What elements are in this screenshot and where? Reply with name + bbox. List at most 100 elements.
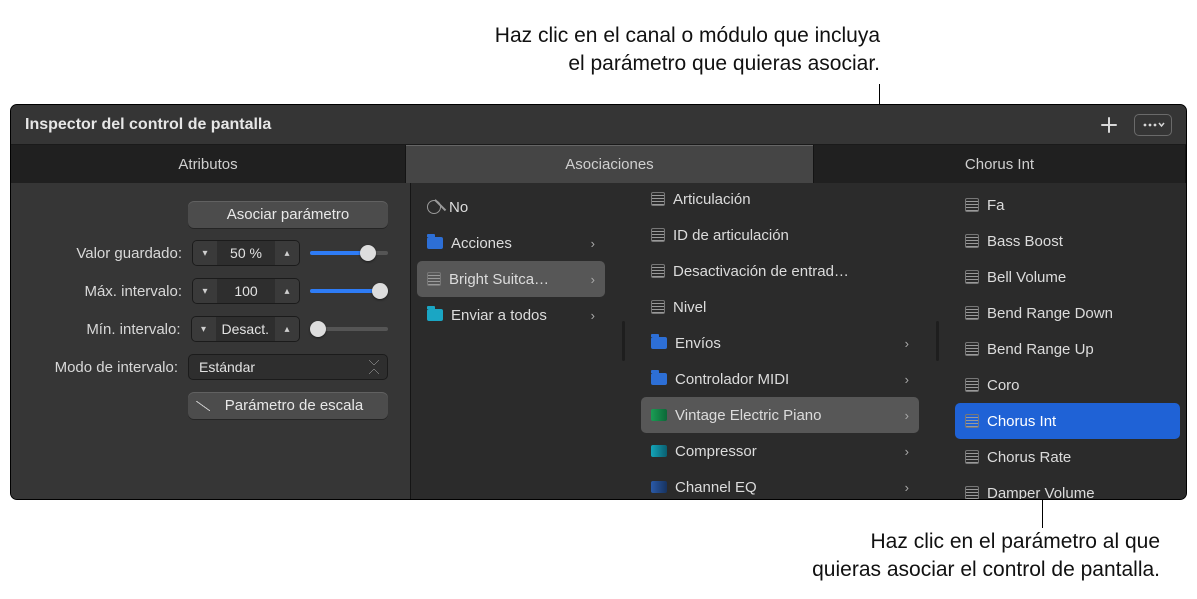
item-midi-controller[interactable]: Controlador MIDI › — [641, 361, 919, 397]
param-icon — [965, 198, 979, 212]
titlebar-actions — [1094, 113, 1172, 137]
item-level[interactable]: Nivel — [641, 289, 919, 325]
max-range-stepper[interactable]: ▾ 100 ▴ — [192, 278, 300, 304]
min-range-field[interactable]: Desact. — [216, 321, 275, 337]
none-icon — [427, 200, 441, 214]
item-vintage-electric-piano[interactable]: Vintage Electric Piano › — [641, 397, 919, 433]
item-coro[interactable]: Coro — [955, 367, 1180, 403]
item-send-all[interactable]: Enviar a todos › — [417, 297, 605, 333]
browser-column-3: Fa Bass Boost Bell Volume Bend Range Dow… — [949, 183, 1186, 499]
item-articulation-id[interactable]: ID de articulación — [641, 217, 919, 253]
item-fa[interactable]: Fa — [955, 187, 1180, 223]
item-bass-boost[interactable]: Bass Boost — [955, 223, 1180, 259]
item-label: Vintage Electric Piano — [675, 407, 897, 424]
tabs: Atributos Asociaciones Chorus Int — [11, 145, 1186, 183]
param-icon — [651, 300, 665, 314]
param-icon — [965, 306, 979, 320]
item-label: Acciones — [451, 235, 583, 252]
max-range-label: Máx. intervalo: — [47, 283, 182, 300]
chevron-right-icon: › — [905, 372, 909, 387]
item-chorus-rate[interactable]: Chorus Rate — [955, 439, 1180, 475]
item-compressor[interactable]: Compressor › — [641, 433, 919, 469]
param-icon — [965, 486, 979, 499]
param-icon — [651, 228, 665, 242]
param-icon — [965, 342, 979, 356]
panel-title: Inspector del control de pantalla — [25, 116, 271, 134]
column-browser: No Acciones › Bright Suitca… › Envi — [411, 183, 1186, 499]
chevron-right-icon: › — [591, 308, 595, 323]
browser-column-1: No Acciones › Bright Suitca… › Envi — [411, 183, 611, 499]
item-channel-eq[interactable]: Channel EQ › — [641, 469, 919, 499]
item-damper-volume[interactable]: Damper Volume — [955, 475, 1180, 499]
chevron-down-icon[interactable]: ▾ — [193, 279, 217, 303]
column-divider[interactable] — [925, 183, 949, 499]
item-none[interactable]: No — [417, 189, 605, 225]
item-label: Chorus Rate — [987, 449, 1170, 466]
add-button[interactable] — [1094, 113, 1124, 137]
channel-strip-icon — [427, 272, 441, 286]
chevron-down-icon[interactable]: ▾ — [192, 317, 216, 341]
item-label: Bass Boost — [987, 233, 1170, 250]
browser-column-2: Articulación ID de articulación Desactiv… — [635, 183, 925, 499]
item-label: Channel EQ — [675, 479, 897, 496]
saved-value-slider[interactable] — [310, 243, 388, 263]
item-label: Desactivación de entrad… — [673, 263, 909, 280]
plus-icon — [1100, 116, 1118, 134]
item-label: Chorus Int — [987, 413, 1170, 430]
min-range-slider[interactable] — [310, 319, 388, 339]
tab-associations[interactable]: Asociaciones — [406, 145, 814, 183]
annotation-bottom: Haz clic en el parámetro al que quieras … — [620, 528, 1160, 585]
item-chorus-int[interactable]: Chorus Int — [955, 403, 1180, 439]
chevron-down-icon[interactable]: ▾ — [193, 241, 217, 265]
associate-parameter-button[interactable]: Asociar parámetro — [188, 201, 388, 228]
item-articulation[interactable]: Articulación — [641, 183, 919, 217]
item-label: Damper Volume — [987, 485, 1170, 500]
annotation-top: Haz clic en el canal o módulo que incluy… — [330, 22, 880, 79]
item-label: Compressor — [675, 443, 897, 460]
item-bend-range-down[interactable]: Bend Range Down — [955, 295, 1180, 331]
chevron-up-icon[interactable]: ▴ — [275, 241, 299, 265]
item-bell-volume[interactable]: Bell Volume — [955, 259, 1180, 295]
plugin-icon — [651, 481, 667, 493]
range-mode-select[interactable]: Estándar — [188, 354, 388, 380]
item-label: Bend Range Up — [987, 341, 1170, 358]
column-divider[interactable] — [611, 183, 635, 499]
item-actions[interactable]: Acciones › — [417, 225, 605, 261]
chevron-up-icon[interactable]: ▴ — [275, 279, 299, 303]
scale-parameter-button[interactable]: Parámetro de escala — [188, 392, 388, 419]
item-label: Fa — [987, 197, 1170, 214]
param-icon — [651, 192, 665, 206]
chevron-right-icon: › — [905, 480, 909, 495]
item-bend-range-up[interactable]: Bend Range Up — [955, 331, 1180, 367]
item-sends[interactable]: Envíos › — [641, 325, 919, 361]
min-range-stepper[interactable]: ▾ Desact. ▴ — [191, 316, 300, 342]
item-label: No — [449, 199, 595, 216]
folder-icon — [651, 373, 667, 385]
tab-parameter[interactable]: Chorus Int — [814, 145, 1186, 183]
chevron-right-icon: › — [905, 408, 909, 423]
max-range-slider[interactable] — [310, 281, 388, 301]
inspector-panel: Inspector del control de pantalla Atribu… — [10, 104, 1187, 500]
item-label: Envíos — [675, 335, 897, 352]
chevron-up-icon[interactable]: ▴ — [275, 317, 299, 341]
chevron-right-icon: › — [905, 444, 909, 459]
ellipsis-chevron-icon — [1141, 118, 1165, 132]
item-label: Controlador MIDI — [675, 371, 897, 388]
chevron-right-icon: › — [591, 272, 595, 287]
saved-value-field[interactable]: 50 % — [217, 245, 275, 261]
item-label: Enviar a todos — [451, 307, 583, 324]
max-range-field[interactable]: 100 — [217, 283, 275, 299]
more-menu-button[interactable] — [1134, 114, 1172, 136]
item-input-deactivation[interactable]: Desactivación de entrad… — [641, 253, 919, 289]
item-bright-suitcase[interactable]: Bright Suitca… › — [417, 261, 605, 297]
param-icon — [965, 414, 979, 428]
item-label: Bend Range Down — [987, 305, 1170, 322]
item-label: Bright Suitca… — [449, 271, 583, 288]
folder-icon — [651, 337, 667, 349]
saved-value-stepper[interactable]: ▾ 50 % ▴ — [192, 240, 300, 266]
param-icon — [965, 450, 979, 464]
param-icon — [965, 270, 979, 284]
chevron-right-icon: › — [591, 236, 595, 251]
tab-attributes[interactable]: Atributos — [11, 145, 406, 183]
saved-value-label: Valor guardado: — [47, 245, 182, 262]
